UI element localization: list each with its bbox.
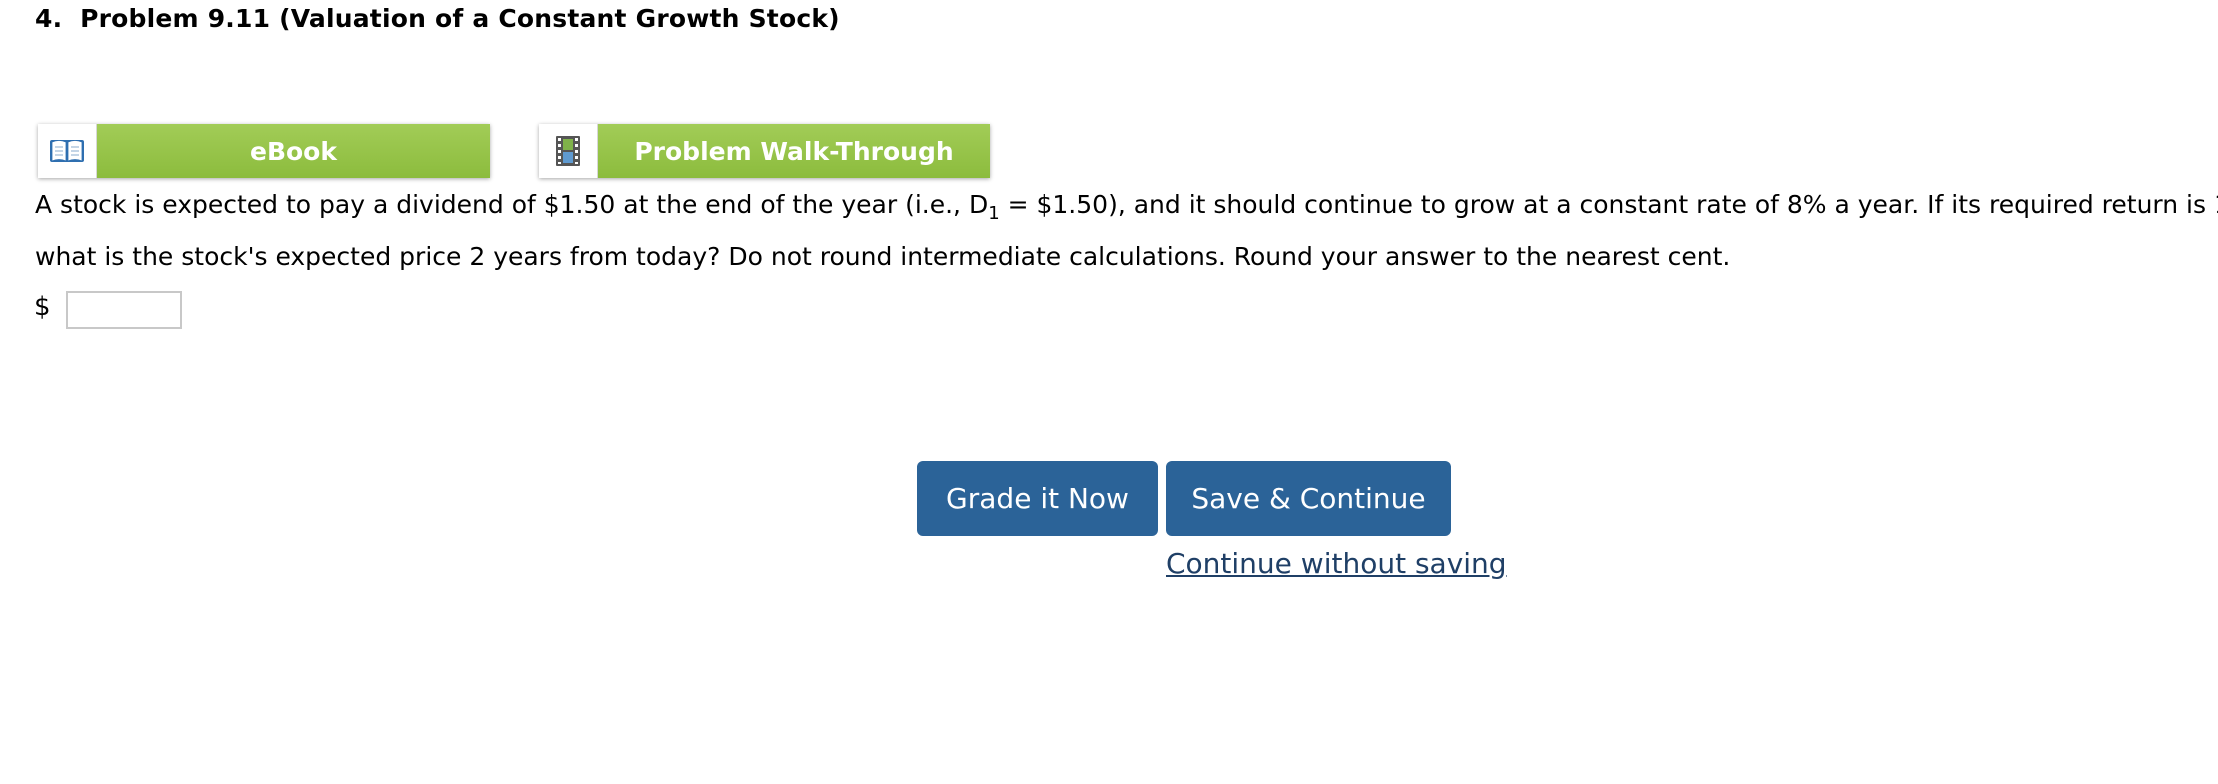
grade-it-now-button[interactable]: Grade it Now xyxy=(917,461,1158,536)
walkthrough-label: Problem Walk-Through xyxy=(598,124,990,178)
problem-name: Problem 9.11 (Valuation of a Constant Gr… xyxy=(80,4,840,33)
book-icon xyxy=(50,140,84,162)
question-line-1-part-b: = $1.50), and it should continue to grow… xyxy=(999,190,2218,219)
question-line-1: A stock is expected to pay a dividend of… xyxy=(35,183,2218,235)
save-and-continue-button[interactable]: Save & Continue xyxy=(1166,461,1451,536)
currency-symbol: $ xyxy=(34,292,51,322)
problem-walkthrough-button[interactable]: Problem Walk-Through xyxy=(539,124,990,178)
film-icon xyxy=(556,136,580,166)
ebook-label: eBook xyxy=(97,124,490,178)
continue-without-saving-link[interactable]: Continue without saving xyxy=(1166,547,1507,580)
answer-input[interactable] xyxy=(66,291,182,329)
dividend-subscript: 1 xyxy=(988,203,1000,224)
walkthrough-icon-box xyxy=(539,124,598,178)
problem-number: 4. xyxy=(35,4,63,33)
problem-title: 4. Problem 9.11 (Valuation of a Constant… xyxy=(35,4,840,33)
ebook-button[interactable]: eBook xyxy=(38,124,490,178)
question-line-1-part-a: A stock is expected to pay a dividend of… xyxy=(35,190,989,219)
question-line-2: what is the stock's expected price 2 yea… xyxy=(35,242,1731,271)
ebook-icon-box xyxy=(38,124,97,178)
question-text: A stock is expected to pay a dividend of… xyxy=(35,183,2218,278)
